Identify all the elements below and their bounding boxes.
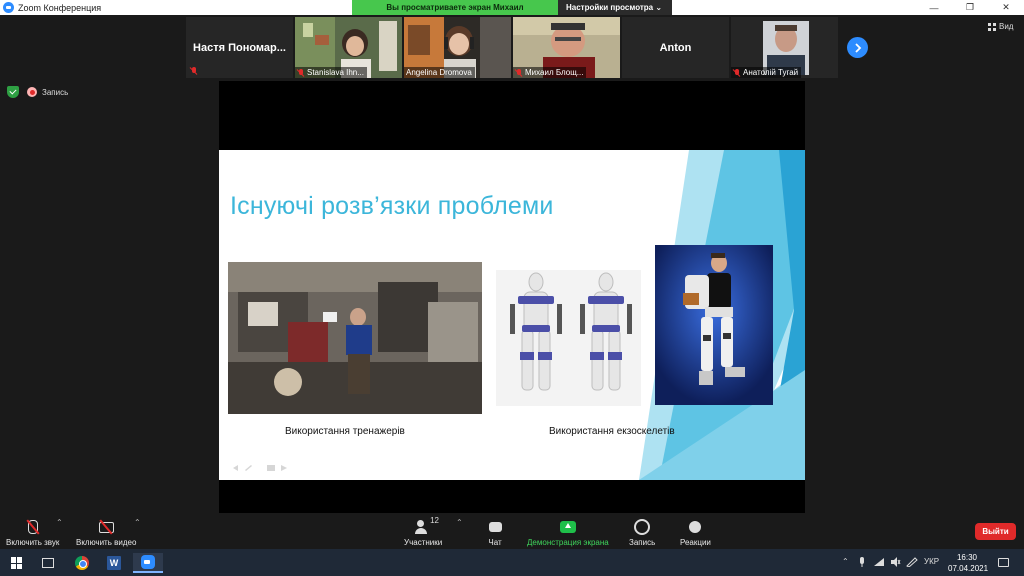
taskbar-clock[interactable]: 16:30 07.04.2021 [948,552,989,574]
participants-icon: 12 [410,516,440,536]
audio-options-caret[interactable]: ⌃ [56,518,63,527]
participant-label: Angelina Dromova [404,67,475,78]
mic-off-icon [20,518,46,536]
clock-date: 07.04.2021 [948,564,989,573]
caption-exoskeletons: Використання екзоскелетів [549,426,675,437]
chat-icon [482,518,508,536]
slide-nav-controls[interactable] [231,464,291,474]
window-controls: — ❐ ✕ [916,0,1024,15]
participant-tile[interactable]: Angelina Dromova [404,17,511,78]
participant-tile[interactable]: Настя Пономар... [186,17,293,78]
view-label: Вид [999,22,1014,31]
share-screen-icon [555,518,581,536]
taskbar-word[interactable]: W [99,553,129,573]
windows-taskbar: W ⌃ УКР [0,549,1024,576]
slide-title: Існуючі розв’язки проблеми [230,192,554,220]
space-station-photo [228,262,482,414]
task-view-button[interactable] [33,553,63,573]
chrome-icon [75,556,89,570]
share-screen-button[interactable]: Демонстрация экрана [527,518,609,547]
language-indicator[interactable]: УКР [924,557,939,566]
reaction-smile-icon [682,518,708,536]
recording-label: Запись [42,87,69,97]
next-page-button[interactable] [847,37,868,58]
mic-muted-icon [190,67,198,75]
participant-name: Настя Пономар... [193,41,286,54]
participant-tile[interactable]: Stanislava Ihn... [295,17,402,78]
microphone-icon[interactable] [858,557,866,568]
participants-options-caret[interactable]: ⌃ [456,518,463,527]
participant-name: Анатолій Тугай [743,68,799,77]
network-icon[interactable] [873,557,885,567]
start-video-label: Включить видео [76,538,137,547]
meeting-status: Запись [7,86,68,98]
chat-label: Чат [488,538,502,547]
shared-screen: Існуючі розв’язки проблеми Використання … [219,81,805,513]
unmute-button[interactable]: Включить звук [6,518,59,547]
participant-label: Stanislava Ihn... [295,67,367,78]
participants-button[interactable]: 12 Участники [404,516,443,547]
share-screen-label: Демонстрация экрана [527,538,609,547]
record-icon [629,518,655,536]
windows-logo-icon [11,557,23,569]
mic-muted-icon [515,68,523,77]
recording-indicator[interactable]: Запись [27,87,68,97]
minimize-button[interactable]: — [916,0,952,15]
exoskeleton-photo [496,270,641,406]
participant-label: Михаил Блощ... [513,67,587,78]
grid-icon [988,22,996,31]
participant-name: Angelina Dromova [406,68,472,77]
reactions-button[interactable]: Реакции [680,518,711,547]
viewing-screen-banner: Вы просматриваете экран Михаил Блощицын [352,0,558,27]
record-button[interactable]: Запись [629,518,655,547]
view-options-dropdown[interactable]: Настройки просмотра ⌄ [558,0,672,15]
meeting-toolbar: Включить звук ⌃ Включить видео ⌃ 12 Учас… [0,514,1024,549]
pen-icon[interactable] [906,557,918,567]
participants-count: 12 [430,516,440,525]
leave-button[interactable]: Выйти [975,523,1016,540]
taskbar-zoom[interactable] [133,553,163,573]
view-button[interactable]: Вид [988,22,1013,31]
video-options-caret[interactable]: ⌃ [134,518,141,527]
participant-tile[interactable]: Anton [622,17,729,78]
participant-tile[interactable]: Михаил Блощ... [513,17,620,78]
caption-trainers: Використання тренажерів [285,426,405,437]
share-banner: Вы просматриваете экран Михаил Блощицын … [352,0,672,27]
start-button[interactable] [2,553,32,573]
mic-muted-icon [297,68,305,77]
presentation-slide: Існуючі розв’язки проблеми Використання … [219,150,805,480]
video-off-icon [93,518,119,536]
reactions-label: Реакции [680,538,711,547]
chat-button[interactable]: Чат [482,518,508,547]
security-shield-icon[interactable] [7,86,19,98]
word-icon: W [107,556,121,570]
participants-label: Участники [404,538,443,547]
participant-tile[interactable]: Анатолій Тугай [731,17,838,78]
maximize-button[interactable]: ❐ [952,0,988,15]
participant-name: Anton [659,41,692,54]
close-button[interactable]: ✕ [988,0,1024,15]
clock-time: 16:30 [956,553,978,562]
participant-strip: Настя Пономар... Stanislava Ihn... Angel… [186,17,838,78]
zoom-window: Zoom Конференция — ❐ ✕ Вы просматриваете… [0,0,1024,576]
start-video-button[interactable]: Включить видео [76,518,136,547]
speaker-icon[interactable] [890,557,901,567]
taskbar-chrome[interactable] [67,553,97,573]
participant-name: Михаил Блощ... [525,68,584,77]
zoom-icon [141,555,155,569]
unmute-label: Включить звук [6,538,60,547]
zoom-app-icon [3,2,14,13]
exoskeleton-person-photo [655,245,773,405]
task-view-icon [42,558,54,568]
record-dot-icon [27,87,37,97]
participant-label: Анатолій Тугай [731,67,802,78]
record-label: Запись [629,538,656,547]
mic-muted-icon [733,68,741,77]
chevron-right-icon [854,42,861,53]
window-title: Zoom Конференция [18,2,102,13]
tray-overflow-icon[interactable]: ⌃ [842,557,849,566]
participant-name: Stanislava Ihn... [307,68,364,77]
notifications-icon[interactable] [998,558,1009,567]
